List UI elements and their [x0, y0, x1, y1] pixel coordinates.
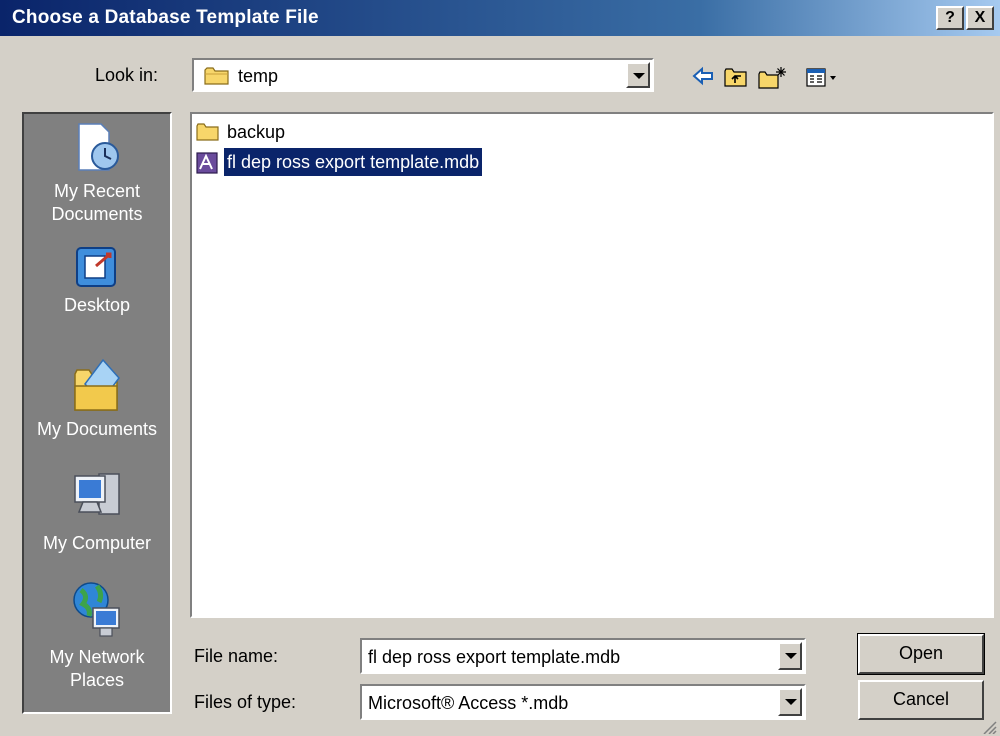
- help-button[interactable]: ?: [936, 6, 964, 30]
- look-in-combo[interactable]: temp: [192, 58, 654, 92]
- place-label-line2: Places: [69, 670, 125, 690]
- place-my-documents[interactable]: My Documents: [24, 354, 170, 441]
- place-label-line1: My Recent: [53, 181, 141, 201]
- folder-icon: [196, 123, 219, 141]
- my-documents-icon: [74, 358, 120, 411]
- place-my-computer[interactable]: My Computer: [24, 468, 170, 555]
- desktop-icon: [76, 247, 116, 287]
- place-desktop[interactable]: Desktop: [24, 244, 170, 317]
- cancel-button[interactable]: Cancel: [858, 680, 984, 720]
- access-database-icon: [196, 152, 218, 174]
- files-of-type-select[interactable]: Microsoft® Access *.mdb: [360, 684, 806, 720]
- place-my-network-places[interactable]: My Network Places: [24, 580, 170, 692]
- back-arrow-icon[interactable]: [692, 66, 714, 86]
- places-bar: My Recent Documents Desktop My Documents…: [22, 112, 172, 714]
- file-name-field[interactable]: fl dep ross export template.mdb: [360, 638, 806, 674]
- file-name-value: fl dep ross export template.mdb: [368, 647, 621, 667]
- up-one-level-icon[interactable]: [724, 66, 748, 88]
- file-name: backup: [227, 122, 286, 142]
- place-my-recent-documents[interactable]: My Recent Documents: [24, 120, 170, 226]
- file-name-label: File name:: [194, 646, 279, 666]
- network-places-icon: [73, 582, 120, 637]
- look-in-label: Look in:: [95, 65, 159, 85]
- folder-icon: [204, 67, 229, 85]
- size-grip-icon[interactable]: [980, 718, 998, 734]
- files-of-type-label: Files of type:: [194, 692, 297, 712]
- place-label-line1: My Network: [49, 647, 145, 667]
- files-of-type-value: Microsoft® Access *.mdb: [368, 693, 569, 713]
- place-label-line1: My Documents: [36, 419, 158, 439]
- open-button[interactable]: Open: [857, 633, 985, 675]
- create-new-folder-icon[interactable]: [758, 66, 788, 90]
- title-bar[interactable]: Choose a Database Template File ? X: [0, 0, 1000, 36]
- view-menu-icon[interactable]: [806, 68, 840, 88]
- close-button[interactable]: X: [966, 6, 994, 30]
- file-name-dropdown-button[interactable]: [778, 642, 802, 670]
- place-label-line2: Documents: [51, 204, 143, 224]
- window-title: Choose a Database Template File: [12, 7, 319, 28]
- look-in-value: temp: [238, 66, 279, 86]
- file-list[interactable]: backup fl dep ross export template.mdb: [190, 112, 994, 618]
- files-of-type-dropdown-button[interactable]: [778, 688, 802, 716]
- recent-documents-icon: [78, 123, 119, 171]
- place-label-line1: My Computer: [42, 533, 152, 553]
- look-in-dropdown-button[interactable]: [626, 62, 650, 88]
- my-computer-icon: [74, 473, 120, 515]
- file-name: fl dep ross export template.mdb: [224, 148, 483, 176]
- place-label-line1: Desktop: [63, 295, 131, 315]
